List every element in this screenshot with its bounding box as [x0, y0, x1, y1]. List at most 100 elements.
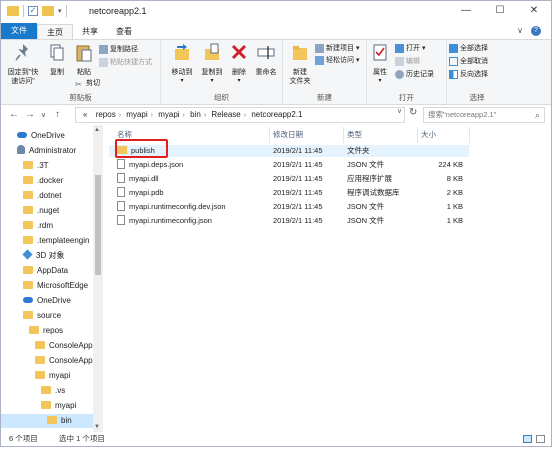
chevron-right-icon[interactable]: ›: [204, 112, 206, 119]
column-divider[interactable]: [417, 127, 418, 143]
delete-label: 删除: [232, 69, 246, 76]
tree-item[interactable]: .vs: [1, 384, 93, 398]
column-header-date[interactable]: 修改日期: [273, 129, 303, 141]
tree-item[interactable]: ConsoleApp: [1, 339, 93, 353]
column-divider[interactable]: [343, 127, 344, 143]
tree-item[interactable]: Administrator: [1, 144, 93, 158]
rename-button[interactable]: 重命名: [251, 43, 281, 77]
customize-toolbar-dropdown-icon[interactable]: ▾: [58, 7, 62, 15]
copy-to-dropdown-icon[interactable]: ▾: [197, 77, 227, 86]
breadcrumb-myapi[interactable]: myapi: [126, 110, 147, 119]
forward-arrow-icon[interactable]: →: [25, 109, 35, 120]
chevron-right-icon[interactable]: ›: [183, 112, 185, 119]
new-item-label: 新建项目: [326, 45, 354, 52]
open-button[interactable]: 打开 ▾: [395, 43, 425, 54]
column-header-type[interactable]: 类型: [347, 129, 362, 141]
details-view-icon[interactable]: [523, 435, 532, 443]
nav-pane-scrollbar[interactable]: ▲ ▼: [93, 125, 103, 432]
cut-button[interactable]: ✂ 剪切: [75, 78, 100, 89]
select-all-button[interactable]: 全部选择: [449, 43, 488, 54]
large-icons-view-icon[interactable]: [536, 435, 545, 443]
address-bar[interactable]: « repos › myapi › myapi › bin › Release › net…: [75, 107, 405, 123]
copy-to-button[interactable]: 复制到 ▾: [197, 43, 227, 86]
tree-item[interactable]: OneDrive: [1, 294, 93, 308]
tree-item[interactable]: source: [1, 309, 93, 323]
help-icon[interactable]: ?: [531, 26, 541, 36]
tree-item[interactable]: .templateengin: [1, 234, 93, 248]
tree-item[interactable]: AppData: [1, 264, 93, 278]
explorer-window: ✓ ▾ netcoreapp2.1 — ☐ ✕ 文件 主页 共享 查看 ∨ ? …: [0, 0, 552, 447]
scrollbar-thumb[interactable]: [95, 175, 101, 275]
refresh-icon[interactable]: ↻: [409, 107, 417, 118]
move-to-button[interactable]: 移动到 ▾: [167, 43, 197, 86]
properties-dropdown-icon[interactable]: ▾: [367, 77, 393, 86]
chevron-right-icon[interactable]: ›: [119, 112, 121, 119]
tab-view[interactable]: 查看: [107, 24, 141, 39]
tree-item[interactable]: .docker: [1, 174, 93, 188]
tab-home[interactable]: 主页: [37, 24, 73, 39]
scroll-up-icon[interactable]: ▲: [94, 127, 100, 133]
file-row[interactable]: myapi.runtimeconfig.json 2019/2/1 11:45 JS…: [109, 215, 469, 227]
close-button[interactable]: ✕: [517, 1, 551, 23]
properties-button[interactable]: 属性 ▾: [367, 43, 393, 86]
delete-button[interactable]: 删除 ▾: [227, 43, 251, 86]
copy-path-button[interactable]: 复制路径: [99, 44, 138, 55]
invert-selection-button[interactable]: 反向选择: [449, 69, 488, 80]
breadcrumb-myapi-2[interactable]: myapi: [158, 110, 179, 119]
column-header-size[interactable]: 大小: [421, 129, 436, 141]
tree-item[interactable]: .nuget: [1, 204, 93, 218]
column-divider[interactable]: [469, 127, 470, 143]
breadcrumb-netcoreapp[interactable]: netcoreapp2.1: [251, 110, 302, 119]
search-input[interactable]: 搜索"netcoreapp2.1" ⌕: [423, 107, 545, 123]
up-arrow-icon[interactable]: ↑: [55, 109, 60, 120]
tab-share[interactable]: 共享: [73, 24, 107, 39]
delete-dropdown-icon[interactable]: ▾: [227, 77, 251, 86]
scroll-down-icon[interactable]: ▼: [94, 424, 100, 430]
tab-file[interactable]: 文件: [1, 23, 37, 39]
tree-item[interactable]: myapi: [1, 369, 93, 383]
edit-button[interactable]: 编辑: [395, 56, 420, 67]
breadcrumb-overflow[interactable]: «: [83, 110, 87, 119]
chevron-right-icon[interactable]: ›: [151, 112, 153, 119]
address-dropdown-icon[interactable]: ∨: [397, 107, 402, 115]
pin-quick-access-button[interactable]: 固定到"快速访问": [5, 43, 41, 86]
tree-item[interactable]: myapi: [1, 399, 93, 413]
tree-item[interactable]: .3T: [1, 159, 93, 173]
tree-item[interactable]: .rdm: [1, 219, 93, 233]
minimize-button[interactable]: —: [449, 1, 483, 23]
collapse-ribbon-icon[interactable]: ∨: [517, 26, 523, 36]
back-arrow-icon[interactable]: ←: [9, 109, 19, 120]
paste-shortcut-button[interactable]: 粘贴快捷方式: [99, 57, 152, 68]
new-item-button[interactable]: 新建项目 ▾: [315, 43, 359, 54]
tree-item[interactable]: 3D 对象: [1, 249, 93, 263]
breadcrumb-bin[interactable]: bin: [190, 110, 201, 119]
new-folder-quick-icon[interactable]: [42, 6, 54, 16]
paste-button[interactable]: 粘贴: [73, 43, 95, 77]
tree-item[interactable]: .dotnet: [1, 189, 93, 203]
breadcrumb-repos[interactable]: repos: [96, 110, 116, 119]
navigation-pane[interactable]: OneDrive Administrator .3T .docker .dotnet .n…: [1, 125, 105, 432]
file-row[interactable]: myapi.dll 2019/2/1 11:45 应用程序扩展 8 KB: [109, 173, 469, 185]
tree-item[interactable]: OneDrive: [1, 129, 93, 143]
column-divider[interactable]: [269, 127, 270, 143]
tree-item[interactable]: repos: [1, 324, 93, 338]
file-row[interactable]: myapi.runtimeconfig.dev.json 2019/2/1 11:…: [109, 201, 469, 213]
file-row[interactable]: myapi.deps.json 2019/2/1 11:45 JSON 文件 224 …: [109, 159, 469, 171]
maximize-button[interactable]: ☐: [483, 1, 517, 23]
file-list[interactable]: 名称 修改日期 类型 大小 publish 2019/2/1 11:45 文件夹 my…: [109, 125, 551, 432]
recent-locations-icon[interactable]: ∨: [41, 111, 46, 119]
easy-access-button[interactable]: 轻松访问 ▾: [315, 55, 359, 66]
tree-item[interactable]: bin: [1, 414, 93, 428]
new-folder-button[interactable]: 新建 文件夹: [285, 43, 315, 86]
breadcrumb-release[interactable]: Release: [211, 110, 240, 119]
tree-item[interactable]: ConsoleApp: [1, 354, 93, 368]
move-to-dropdown-icon[interactable]: ▾: [167, 77, 197, 86]
chevron-right-icon[interactable]: ›: [244, 112, 246, 119]
select-none-button[interactable]: 全部取消: [449, 56, 488, 67]
history-button[interactable]: 历史记录: [395, 69, 434, 80]
tree-item[interactable]: MicrosoftEdge: [1, 279, 93, 293]
file-row[interactable]: myapi.pdb 2019/2/1 11:45 程序调试数据库 2 KB: [109, 187, 469, 199]
properties-quick-icon[interactable]: ✓: [28, 6, 38, 16]
copy-button[interactable]: 复制: [45, 43, 69, 77]
status-bar: 6 个项目 选中 1 个项目: [1, 432, 551, 446]
